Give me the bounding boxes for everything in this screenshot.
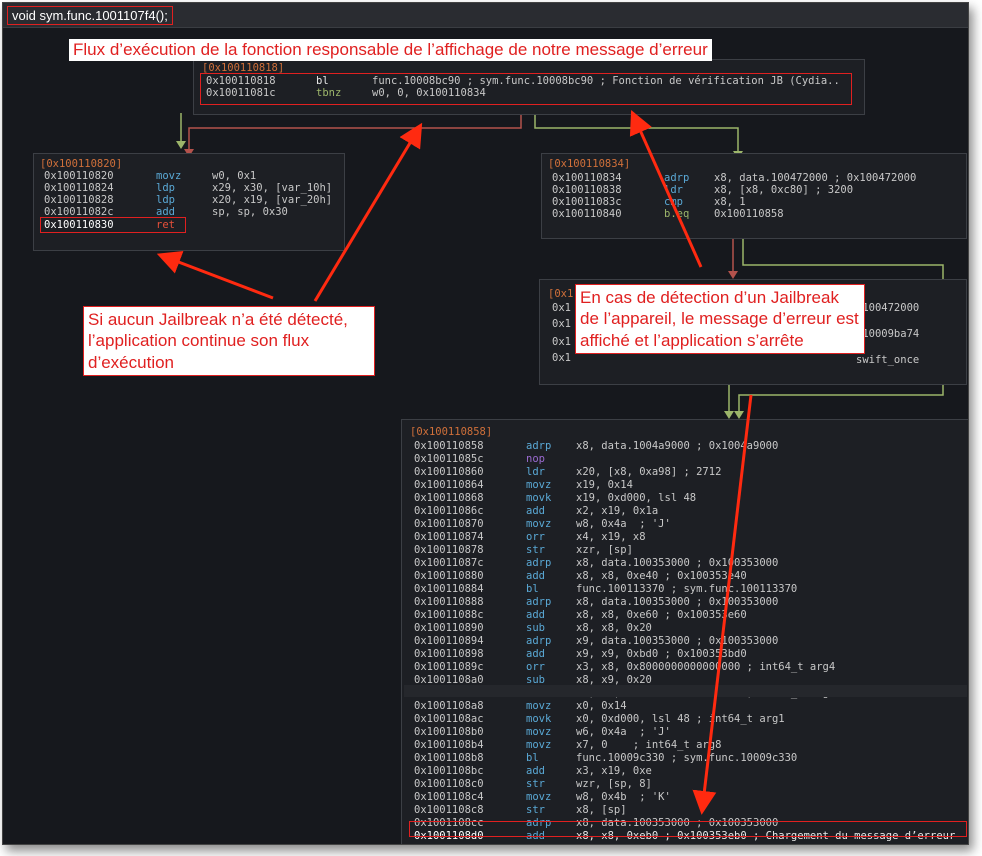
annotation-arrows [156, 110, 753, 815]
arrow-to-top-right [629, 110, 703, 268]
arrow-to-ret [156, 251, 274, 300]
arrow-to-error-message [692, 394, 753, 815]
arrow-to-top-left [313, 122, 423, 302]
disassembly-graph-view: void sym.func.1001107f4(); [0x100110818]… [2, 2, 969, 845]
